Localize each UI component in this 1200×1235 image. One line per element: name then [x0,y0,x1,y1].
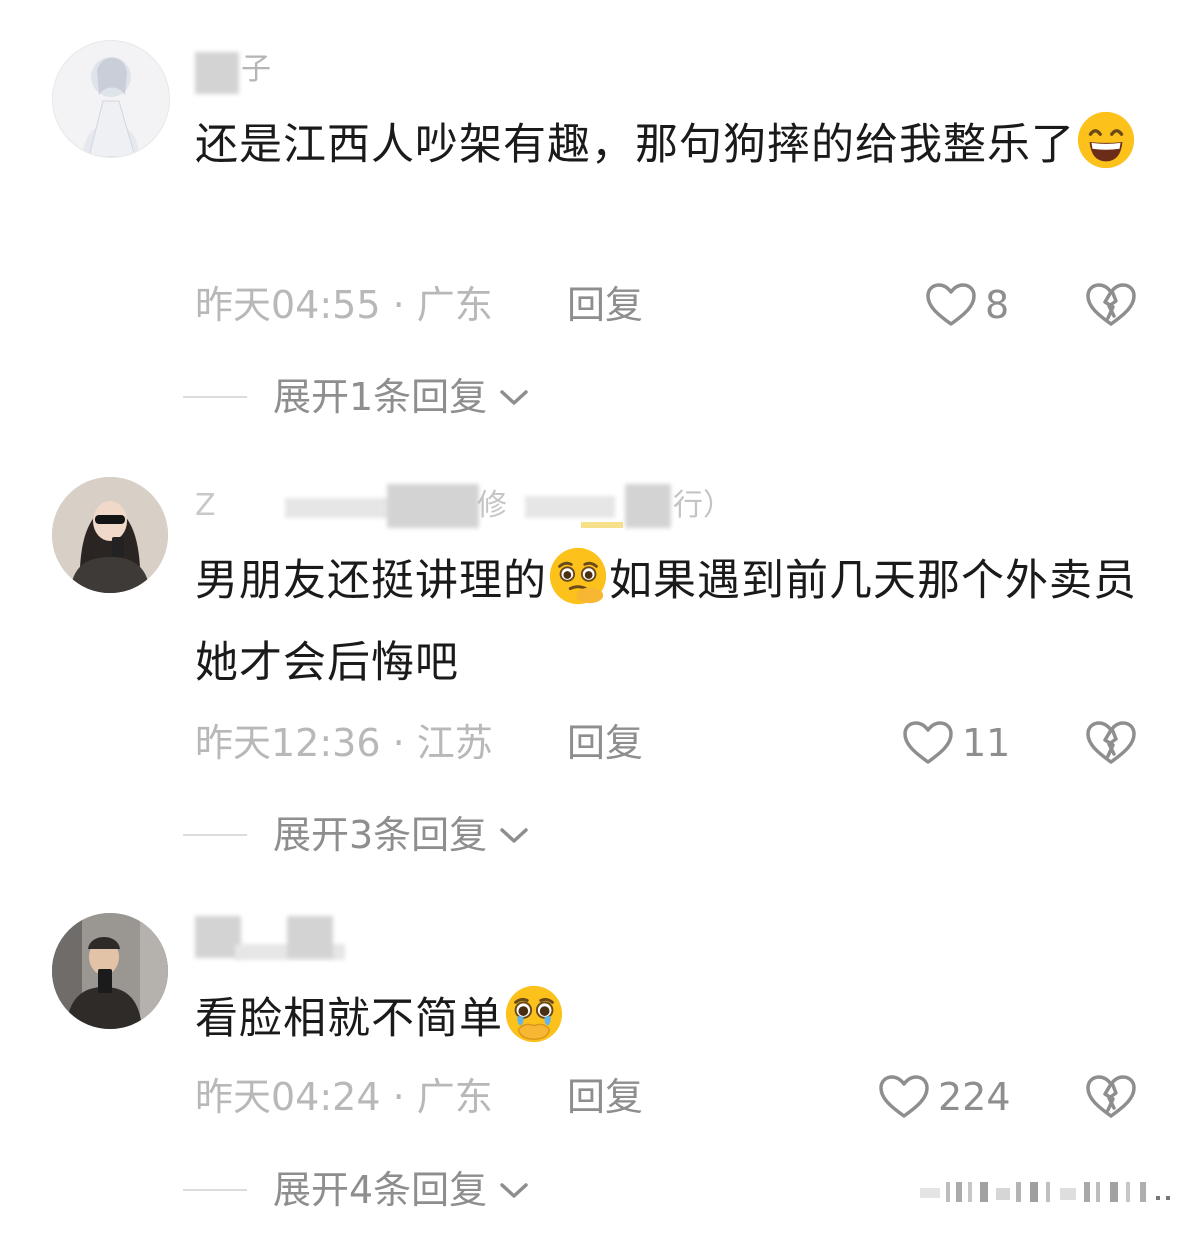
divider-line [183,1189,247,1191]
like-button[interactable]: 11 [902,718,1010,768]
emoji-fragment [581,522,623,528]
like-button[interactable]: 224 [878,1072,1011,1122]
username-text: 子 [241,52,271,87]
username-text-mid: 修 [477,488,507,523]
expand-label: 展开1条回复 [273,375,488,419]
expand-replies[interactable]: 展开1条回复 [183,372,531,422]
chevron-down-icon [500,1183,528,1198]
crying-face-icon [505,985,563,1043]
comment-location: 广东 [416,283,493,327]
redacted-block [625,484,671,528]
comment-meta: 昨天04:24 · 广东 [195,1072,493,1122]
comment-text-content: 还是江西人吵架有趣，那句狗摔的给我整乐了 [195,120,1075,170]
reply-button[interactable]: 回复 [567,280,643,330]
username-text-end: 行） [673,488,733,523]
heart-icon [903,721,953,764]
avatar[interactable] [52,477,168,593]
watermark [920,1182,1170,1202]
meta-separator: · [380,283,417,327]
heart-icon [926,283,976,326]
comment-time: 昨天04:24 [195,1075,381,1119]
broken-heart-icon[interactable] [1085,718,1137,768]
expand-label: 展开4条回复 [273,1168,488,1212]
pleading-face-icon [549,547,607,605]
redacted-block [287,916,333,958]
expand-label: 展开3条回复 [273,813,488,857]
heart-icon [879,1075,929,1118]
comment-time: 昨天12:36 [195,721,381,765]
redacted-block [525,496,615,518]
redacted-block [387,484,479,528]
chevron-down-icon [500,828,528,843]
comment-location: 江苏 [416,721,493,765]
comment-text: 还是江西人吵架有趣，那句狗摔的给我整乐了 [195,104,1145,186]
broken-heart-icon[interactable] [1085,280,1137,330]
divider-line [183,396,247,398]
expand-replies[interactable]: 展开4条回复 [183,1165,531,1215]
comment-text: 男朋友还挺讲理的 如果遇到前几天那个外卖员她才会后悔吧 [195,540,1145,704]
comment-text-content: 看脸相就不简单 [195,994,503,1044]
reply-button[interactable]: 回复 [567,1072,643,1122]
comment-meta: 昨天12:36 · 江苏 [195,718,493,768]
comment-text-before: 男朋友还挺讲理的 [195,556,547,606]
avatar[interactable] [52,40,170,158]
comment-meta: 昨天04:55 · 广东 [195,280,493,330]
meta-separator: · [380,1075,417,1119]
comment-time: 昨天04:55 [195,283,381,327]
reply-button[interactable]: 回复 [567,718,643,768]
chevron-down-icon [500,390,528,405]
expand-replies[interactable]: 展开3条回复 [183,810,531,860]
like-count: 11 [962,721,1011,765]
grinning-face-icon [1077,111,1135,169]
like-count: 224 [938,1075,1011,1119]
broken-heart-icon[interactable] [1085,1072,1137,1122]
like-count: 8 [985,283,1010,327]
comment-location: 广东 [416,1075,493,1119]
redacted-block [195,52,239,94]
like-button[interactable]: 8 [925,280,1009,330]
username-text-start: Z [195,488,216,523]
divider-line [183,834,247,836]
meta-separator: · [380,721,417,765]
avatar[interactable] [52,913,168,1029]
comment-text: 看脸相就不简单 [195,978,1145,1060]
